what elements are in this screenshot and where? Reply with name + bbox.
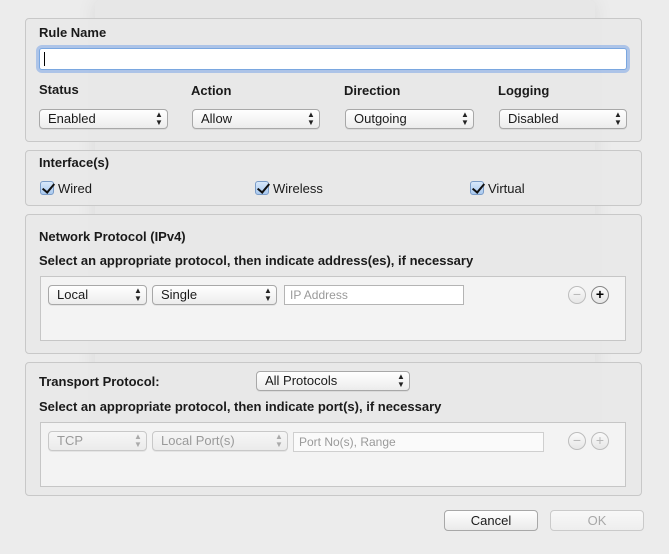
- text-caret: [44, 52, 45, 66]
- rule-name-label: Rule Name: [39, 25, 107, 40]
- direction-popup[interactable]: Outgoing ▲ ▼: [345, 109, 474, 129]
- address-type-popup[interactable]: Single ▲ ▼: [152, 285, 277, 305]
- port-input[interactable]: [299, 433, 543, 451]
- cancel-button[interactable]: Cancel: [444, 510, 538, 531]
- port-field[interactable]: [293, 432, 544, 452]
- up-down-arrows-icon: ▲ ▼: [155, 110, 163, 127]
- up-down-arrows-icon: ▲ ▼: [134, 432, 142, 449]
- wired-checkbox[interactable]: [40, 181, 54, 195]
- logging-value: Disabled: [508, 111, 559, 126]
- wired-label: Wired: [58, 181, 92, 196]
- network-instruction: Select an appropriate protocol, then ind…: [39, 253, 474, 268]
- address-scope-popup[interactable]: Local ▲ ▼: [48, 285, 147, 305]
- transport-protocol-popup[interactable]: All Protocols ▲ ▼: [256, 371, 410, 391]
- up-down-arrows-icon: ▲ ▼: [614, 110, 622, 127]
- rule-editor-sheet: Rule Name Status Enabled ▲ ▼ Action Allow…: [0, 0, 669, 554]
- transport-instruction: Select an appropriate protocol, then ind…: [39, 399, 442, 414]
- status-popup[interactable]: Enabled ▲ ▼: [39, 109, 168, 129]
- action-label: Action: [191, 83, 232, 98]
- direction-label: Direction: [344, 83, 401, 98]
- rule-name-field[interactable]: [39, 48, 627, 70]
- virtual-checkbox[interactable]: [470, 181, 484, 195]
- up-down-arrows-icon: ▲ ▼: [264, 286, 272, 303]
- logging-label: Logging: [498, 83, 550, 98]
- up-down-arrows-icon: ▲ ▼: [461, 110, 469, 127]
- wireless-checkbox[interactable]: [255, 181, 269, 195]
- ip-address-field[interactable]: [284, 285, 464, 305]
- interfaces-section: [25, 150, 642, 206]
- logging-popup[interactable]: Disabled ▲ ▼: [499, 109, 627, 129]
- port-protocol-value: TCP: [57, 433, 83, 448]
- transport-protocol-label: Transport Protocol:: [39, 374, 160, 389]
- virtual-label: Virtual: [488, 181, 525, 196]
- remove-address-icon[interactable]: −: [568, 286, 586, 304]
- transport-protocol-value: All Protocols: [265, 373, 338, 388]
- ip-address-input[interactable]: [290, 286, 463, 304]
- remove-port-icon[interactable]: −: [568, 432, 586, 450]
- up-down-arrows-icon: ▲ ▼: [275, 432, 283, 449]
- action-value: Allow: [201, 111, 233, 126]
- port-protocol-popup[interactable]: TCP ▲ ▼: [48, 431, 147, 451]
- up-down-arrows-icon: ▲ ▼: [397, 372, 405, 389]
- add-address-icon[interactable]: +: [591, 286, 609, 304]
- direction-value: Outgoing: [354, 111, 407, 126]
- address-scope-value: Local: [57, 287, 89, 302]
- up-down-arrows-icon: ▲ ▼: [134, 286, 142, 303]
- network-protocol-title: Network Protocol (IPv4): [39, 229, 186, 244]
- status-value: Enabled: [48, 111, 96, 126]
- wireless-label: Wireless: [273, 181, 323, 196]
- interfaces-label: Interface(s): [39, 155, 110, 170]
- ok-button[interactable]: OK: [550, 510, 644, 531]
- port-type-popup[interactable]: Local Port(s) ▲ ▼: [152, 431, 288, 451]
- status-label: Status: [39, 82, 79, 97]
- address-type-value: Single: [161, 287, 198, 302]
- up-down-arrows-icon: ▲ ▼: [307, 110, 315, 127]
- add-port-icon[interactable]: +: [591, 432, 609, 450]
- action-popup[interactable]: Allow ▲ ▼: [192, 109, 320, 129]
- port-type-value: Local Port(s): [161, 433, 235, 448]
